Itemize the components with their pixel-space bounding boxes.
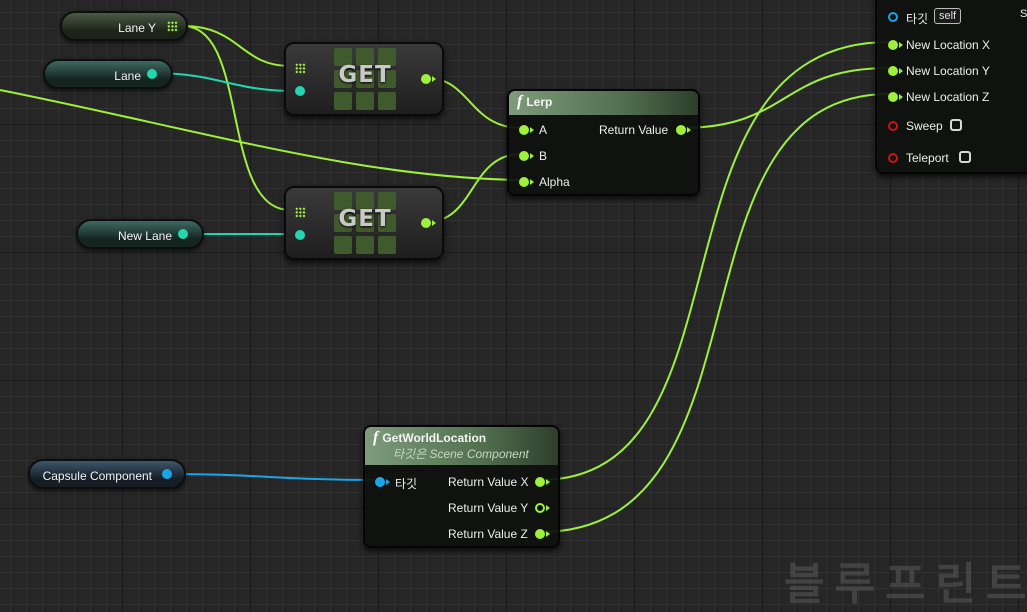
variable-new-lane-label: New Lane bbox=[117, 229, 172, 243]
set-location-new-x-pin[interactable] bbox=[888, 40, 898, 50]
set-location-self-field[interactable]: self bbox=[934, 8, 962, 24]
lerp-pin-b-arrow bbox=[530, 153, 534, 159]
get-node-1-output-arrow bbox=[432, 76, 436, 82]
set-location-target-label: 타깃 bbox=[906, 12, 929, 26]
lerp-node[interactable]: f Lerp A B Alpha Return Value bbox=[507, 89, 700, 196]
get-world-location-return-y-pin[interactable] bbox=[535, 503, 545, 513]
get-node-1[interactable]: GET bbox=[284, 42, 444, 116]
function-icon: f bbox=[517, 93, 523, 110]
variable-lane-output-pin[interactable] bbox=[147, 69, 157, 79]
lerp-pin-a[interactable] bbox=[519, 125, 529, 135]
set-world-location-node[interactable]: 타깃 self S New Location X New Location Y … bbox=[875, 0, 1027, 174]
get-world-location-node[interactable]: f GetWorldLocation 타깃은 Scene Component 타깃… bbox=[363, 425, 560, 548]
get-world-location-target-arrow bbox=[386, 479, 390, 485]
get-node-2-label: GET bbox=[338, 206, 392, 232]
variable-new-lane[interactable]: New Lane bbox=[76, 219, 204, 249]
set-location-target-pin[interactable] bbox=[888, 12, 898, 22]
get-node-2-index-pin[interactable] bbox=[295, 230, 305, 240]
get-world-location-title: GetWorldLocation bbox=[382, 431, 487, 445]
get-world-location-target-pin[interactable] bbox=[375, 477, 385, 487]
wire-lane-get1 bbox=[151, 72, 297, 92]
variable-capsule-component[interactable]: Capsule Component bbox=[28, 459, 186, 489]
lerp-pin-b-label: B bbox=[539, 149, 548, 163]
set-location-sweep-label: Sweep bbox=[906, 119, 943, 133]
lerp-pin-a-arrow bbox=[530, 127, 534, 133]
blueprint-watermark: 블루프린트 bbox=[784, 559, 1027, 610]
wire-capsule-target bbox=[165, 473, 379, 481]
set-location-new-z-label: New Location Z bbox=[906, 90, 990, 104]
set-location-new-y-arrow bbox=[899, 68, 903, 74]
get-node-2-output-pin[interactable] bbox=[421, 218, 431, 228]
set-location-sweep-pin[interactable] bbox=[888, 121, 898, 131]
array-grid-icon bbox=[295, 63, 306, 74]
variable-lane-y-label: Lane Y bbox=[118, 21, 156, 35]
set-location-new-z-pin[interactable] bbox=[888, 92, 898, 102]
get-world-location-return-z-arrow bbox=[546, 531, 550, 537]
wire-lerp-new-y bbox=[680, 67, 890, 129]
lerp-return-value-arrow bbox=[687, 127, 691, 133]
get-node-1-index-pin[interactable] bbox=[295, 86, 305, 96]
set-location-teleport-pin[interactable] bbox=[888, 153, 898, 163]
get-node-1-label: GET bbox=[338, 62, 392, 88]
get-world-location-subtitle: 타깃은 Scene Component bbox=[393, 447, 529, 461]
wire-lane-y-get2 bbox=[182, 25, 291, 211]
variable-lane[interactable]: Lane bbox=[43, 59, 173, 89]
lerp-return-value-label: Return Value bbox=[599, 123, 669, 137]
set-location-teleport-checkbox[interactable] bbox=[959, 151, 971, 163]
set-location-new-y-label: New Location Y bbox=[906, 64, 990, 78]
get-world-location-return-x-label: Return Value X bbox=[448, 475, 529, 489]
get-node-2[interactable]: GET bbox=[284, 186, 444, 260]
get-world-location-return-y-arrow bbox=[546, 505, 550, 511]
set-location-new-x-arrow bbox=[899, 42, 903, 48]
get-world-location-return-x-pin[interactable] bbox=[535, 477, 545, 487]
set-location-new-z-arrow bbox=[899, 94, 903, 100]
get-world-location-return-z-pin[interactable] bbox=[535, 529, 545, 539]
get-node-1-output-pin[interactable] bbox=[421, 74, 431, 84]
variable-lane-y[interactable]: Lane Y bbox=[60, 11, 188, 41]
lerp-node-header: f Lerp bbox=[509, 91, 698, 115]
array-grid-icon bbox=[295, 207, 306, 218]
set-location-cutoff-text: S bbox=[1020, 8, 1027, 20]
lerp-pin-alpha-label: Alpha bbox=[539, 175, 570, 189]
lerp-node-title: Lerp bbox=[526, 95, 553, 109]
get-world-location-return-y-label: Return Value Y bbox=[448, 501, 529, 515]
array-grid-icon bbox=[167, 21, 178, 32]
lerp-pin-b[interactable] bbox=[519, 151, 529, 161]
get-world-location-header: f GetWorldLocation 타깃은 Scene Component bbox=[365, 427, 558, 465]
variable-lane-label: Lane bbox=[114, 69, 141, 83]
lerp-return-value-pin[interactable] bbox=[676, 125, 686, 135]
set-location-new-y-pin[interactable] bbox=[888, 66, 898, 76]
lerp-pin-a-label: A bbox=[539, 123, 548, 137]
wire-lane-y-get1 bbox=[182, 25, 291, 67]
set-location-teleport-label: Teleport bbox=[906, 151, 949, 165]
get-world-location-target-label: 타깃 bbox=[395, 477, 418, 491]
set-location-sweep-checkbox[interactable] bbox=[950, 119, 962, 131]
lerp-pin-alpha-arrow bbox=[530, 179, 534, 185]
variable-capsule-component-label: Capsule Component bbox=[42, 469, 152, 483]
variable-new-lane-output-pin[interactable] bbox=[178, 229, 188, 239]
variable-capsule-output-pin[interactable] bbox=[162, 469, 172, 479]
get-world-location-return-x-arrow bbox=[546, 479, 550, 485]
set-location-new-x-label: New Location X bbox=[906, 38, 991, 52]
get-world-location-return-z-label: Return Value Z bbox=[448, 527, 528, 541]
function-icon: f bbox=[373, 429, 379, 446]
get-node-2-output-arrow bbox=[432, 220, 436, 226]
lerp-pin-alpha[interactable] bbox=[519, 177, 529, 187]
